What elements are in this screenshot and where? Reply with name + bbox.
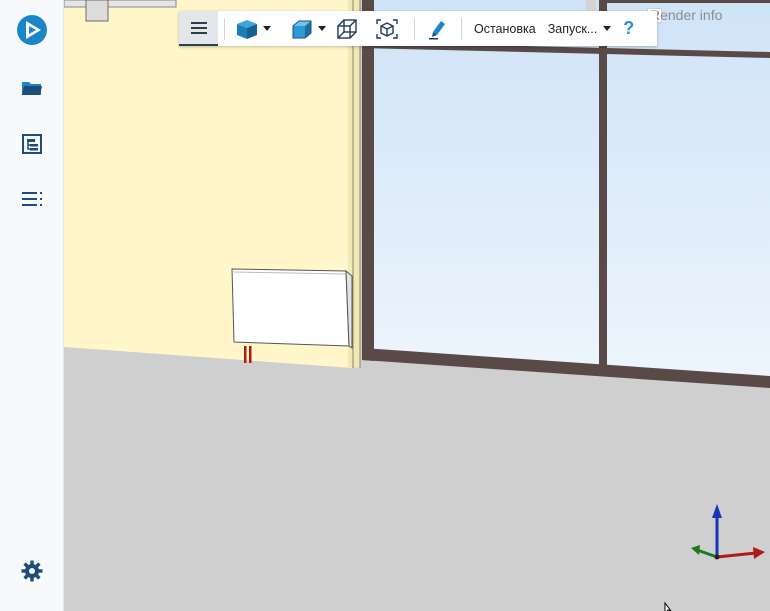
app-logo-icon [16, 15, 47, 45]
model-tree-icon [21, 134, 42, 154]
wireframe-cube-icon [337, 18, 357, 39]
hamburger-icon [190, 21, 207, 34]
wireframe-button[interactable] [328, 11, 366, 46]
sidebar [0, 0, 64, 611]
solid-cube-icon [237, 19, 257, 39]
app-logo-button[interactable] [0, 8, 63, 52]
window-glass [362, 0, 770, 384]
pencil-icon [429, 20, 445, 39]
toolbar-separator [461, 17, 462, 40]
3d-viewport[interactable]: Render info [64, 0, 770, 611]
properties-list-button[interactable] [0, 177, 63, 221]
chevron-down-icon [263, 26, 271, 31]
stop-button[interactable]: Остановка [468, 11, 542, 46]
help-button[interactable]: ? [613, 11, 646, 46]
viewer-toolbar: Остановка Запуск... ? [179, 11, 657, 46]
fit-view-icon [376, 18, 398, 39]
settings-button[interactable] [0, 549, 63, 593]
launch-dropdown[interactable]: Запуск... [542, 11, 614, 46]
model-tree-button[interactable] [0, 122, 63, 166]
chevron-down-icon [603, 26, 612, 31]
markup-button[interactable] [421, 11, 455, 46]
gear-icon [21, 560, 42, 582]
3d-scene[interactable] [64, 0, 770, 611]
open-project-button[interactable] [0, 66, 63, 110]
toolbar-separator [224, 17, 225, 40]
folder-icon [21, 82, 42, 95]
menu-button[interactable] [179, 11, 218, 46]
chevron-down-icon [318, 26, 326, 31]
render-info-label: Render info [650, 7, 723, 23]
fit-view-button[interactable] [366, 11, 408, 46]
launch-label: Запуск... [547, 21, 598, 36]
projection-cube-icon [292, 20, 312, 38]
render-mode-dropdown[interactable] [231, 11, 275, 46]
toolbar-separator [414, 17, 415, 40]
list-icon [21, 192, 42, 206]
projection-dropdown[interactable] [288, 11, 328, 46]
